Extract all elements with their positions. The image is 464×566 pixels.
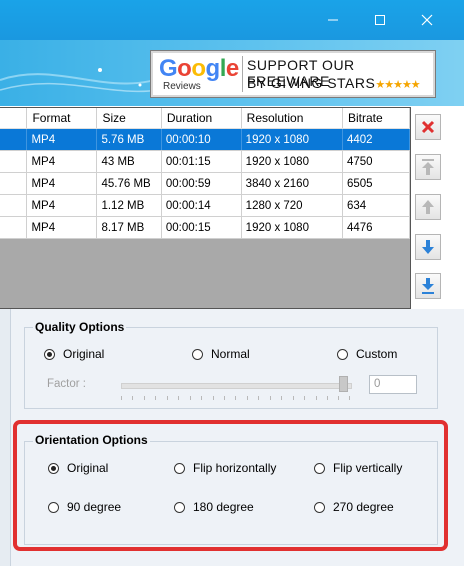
cell-duration: 00:00:15 — [161, 216, 242, 239]
cell-resolution: 3840 x 2160 — [241, 172, 343, 195]
cell-size: 5.76 MB — [96, 128, 162, 151]
move-down-icon — [422, 240, 434, 254]
radio-unselected-icon — [192, 348, 203, 360]
cell-resolution: 1920 x 1080 — [241, 216, 343, 239]
table-row[interactable]: MP4 1.12 MB 00:00:14 1280 x 720 634 — [0, 194, 411, 217]
badge-divider — [242, 56, 243, 92]
cell-name — [0, 216, 28, 239]
file-list[interactable]: Format Size Duration Resolution Bitrate … — [0, 107, 411, 309]
quality-radio-original[interactable]: Original — [44, 347, 104, 361]
column-header-bitrate[interactable]: Bitrate — [342, 108, 411, 129]
move-up-icon — [422, 200, 434, 214]
quality-radio-custom[interactable]: Custom — [337, 347, 397, 361]
cell-format: MP4 — [26, 194, 98, 217]
cell-format: MP4 — [26, 216, 98, 239]
badge-line-2: BY GIVING STARS★★★★★ — [247, 75, 421, 91]
header-banner: Google Reviews SUPPORT OUR FREEWARE BY G… — [0, 40, 464, 106]
cell-bitrate: 4476 — [342, 216, 411, 239]
cell-name — [0, 150, 28, 173]
stars-icon: ★★★★★ — [375, 79, 420, 91]
close-button[interactable] — [413, 8, 441, 32]
cell-format: MP4 — [26, 172, 98, 195]
cell-name — [0, 128, 28, 151]
cell-resolution: 1920 x 1080 — [241, 128, 343, 151]
badge-line-2-text: BY GIVING STARS — [247, 75, 376, 91]
move-bottom-button[interactable] — [415, 273, 441, 299]
radio-label: Custom — [356, 347, 398, 361]
cell-duration: 00:01:15 — [161, 150, 242, 173]
cell-resolution: 1280 x 720 — [241, 194, 343, 217]
cell-duration: 00:00:59 — [161, 172, 242, 195]
cell-bitrate: 4750 — [342, 150, 411, 173]
table-header: Format Size Duration Resolution Bitrate — [0, 108, 411, 129]
cell-size: 1.12 MB — [96, 194, 162, 217]
table-row[interactable]: MP4 8.17 MB 00:00:15 1920 x 1080 4476 — [0, 216, 411, 239]
remove-button[interactable] — [415, 114, 441, 140]
cell-size: 43 MB — [96, 150, 162, 173]
remove-icon — [421, 120, 435, 134]
google-reviews-badge[interactable]: Google Reviews SUPPORT OUR FREEWARE BY G… — [150, 50, 436, 98]
move-up-button[interactable] — [415, 194, 441, 220]
move-top-icon — [422, 159, 434, 175]
title-bar — [0, 0, 464, 40]
table-row[interactable]: MP4 43 MB 00:01:15 1920 x 1080 4750 — [0, 150, 411, 173]
cell-bitrate: 4402 — [342, 128, 411, 151]
minimize-button[interactable] — [319, 8, 347, 32]
factor-slider-track[interactable] — [121, 383, 352, 389]
column-header-size[interactable]: Size — [96, 108, 162, 129]
column-header-resolution[interactable]: Resolution — [241, 108, 343, 129]
cell-bitrate: 634 — [342, 194, 411, 217]
cell-format: MP4 — [26, 128, 98, 151]
maximize-button[interactable] — [366, 8, 394, 32]
file-table: Format Size Duration Resolution Bitrate … — [0, 108, 411, 239]
move-down-button[interactable] — [415, 234, 441, 260]
radio-selected-icon — [44, 348, 55, 360]
radio-label: Normal — [211, 347, 250, 361]
factor-slider-ticks — [121, 396, 350, 400]
cell-bitrate: 6505 — [342, 172, 411, 195]
close-icon — [421, 14, 433, 26]
radio-unselected-icon — [337, 348, 348, 360]
quality-options-title: Quality Options — [33, 320, 127, 334]
minimize-icon — [328, 19, 338, 21]
cell-name — [0, 172, 28, 195]
quality-radio-normal[interactable]: Normal — [192, 347, 250, 361]
cell-size: 8.17 MB — [96, 216, 162, 239]
cell-size: 45.76 MB — [96, 172, 162, 195]
cell-name — [0, 194, 28, 217]
table-row[interactable]: MP4 5.76 MB 00:00:10 1920 x 1080 4402 — [0, 128, 411, 151]
cell-resolution: 1920 x 1080 — [241, 150, 343, 173]
move-top-button[interactable] — [415, 154, 441, 180]
radio-label: Original — [63, 347, 105, 361]
google-logo: Google — [159, 55, 239, 82]
move-bottom-icon — [422, 278, 434, 294]
column-header[interactable] — [0, 108, 28, 129]
cell-duration: 00:00:10 — [161, 128, 242, 151]
cell-duration: 00:00:14 — [161, 194, 242, 217]
maximize-icon — [375, 15, 385, 25]
factor-label: Factor : — [47, 378, 86, 390]
column-header-format[interactable]: Format — [26, 108, 98, 129]
left-pane-edge — [0, 309, 11, 566]
table-row[interactable]: MP4 45.76 MB 00:00:59 3840 x 2160 6505 — [0, 172, 411, 195]
orientation-highlight-frame — [13, 420, 448, 551]
cell-format: MP4 — [26, 150, 98, 173]
factor-value-field[interactable]: 0 — [369, 375, 417, 394]
factor-slider-thumb[interactable] — [339, 376, 348, 392]
column-header-duration[interactable]: Duration — [161, 108, 242, 129]
google-reviews-label: Reviews — [163, 81, 201, 92]
